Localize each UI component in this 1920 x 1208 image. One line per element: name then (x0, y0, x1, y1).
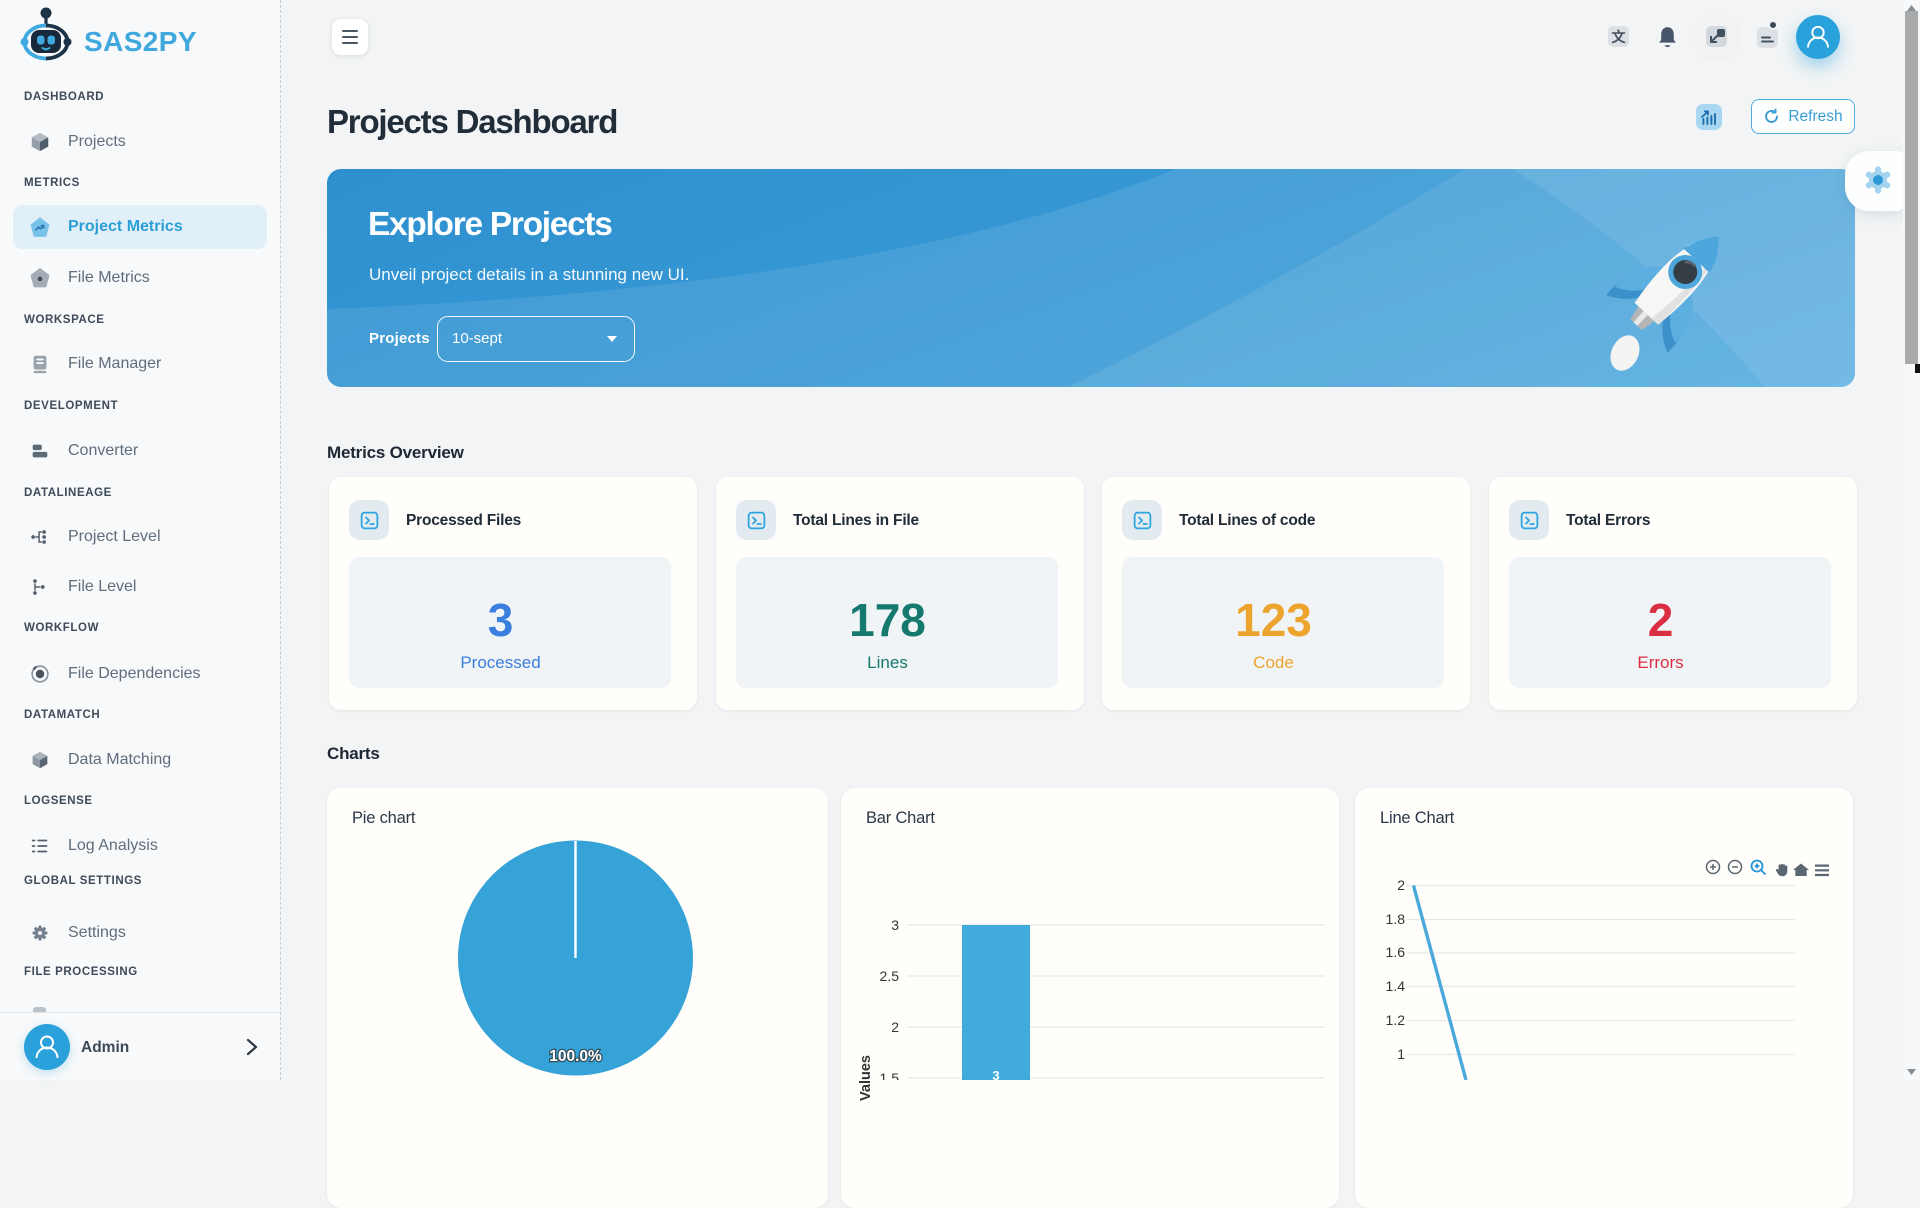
svg-text:100.0%: 100.0% (549, 1048, 602, 1065)
svg-text:2.5: 2.5 (880, 968, 900, 984)
svg-text:1.8: 1.8 (1386, 911, 1406, 927)
svg-text:1.5: 1.5 (880, 1070, 900, 1080)
svg-text:3: 3 (992, 1068, 999, 1080)
svg-text:3: 3 (891, 917, 899, 933)
svg-text:2: 2 (1397, 877, 1405, 893)
svg-text:1.4: 1.4 (1386, 978, 1406, 994)
svg-text:1: 1 (1397, 1046, 1405, 1062)
svg-text:2: 2 (891, 1019, 899, 1035)
svg-text:1.6: 1.6 (1386, 944, 1406, 960)
svg-text:1.2: 1.2 (1386, 1012, 1406, 1028)
